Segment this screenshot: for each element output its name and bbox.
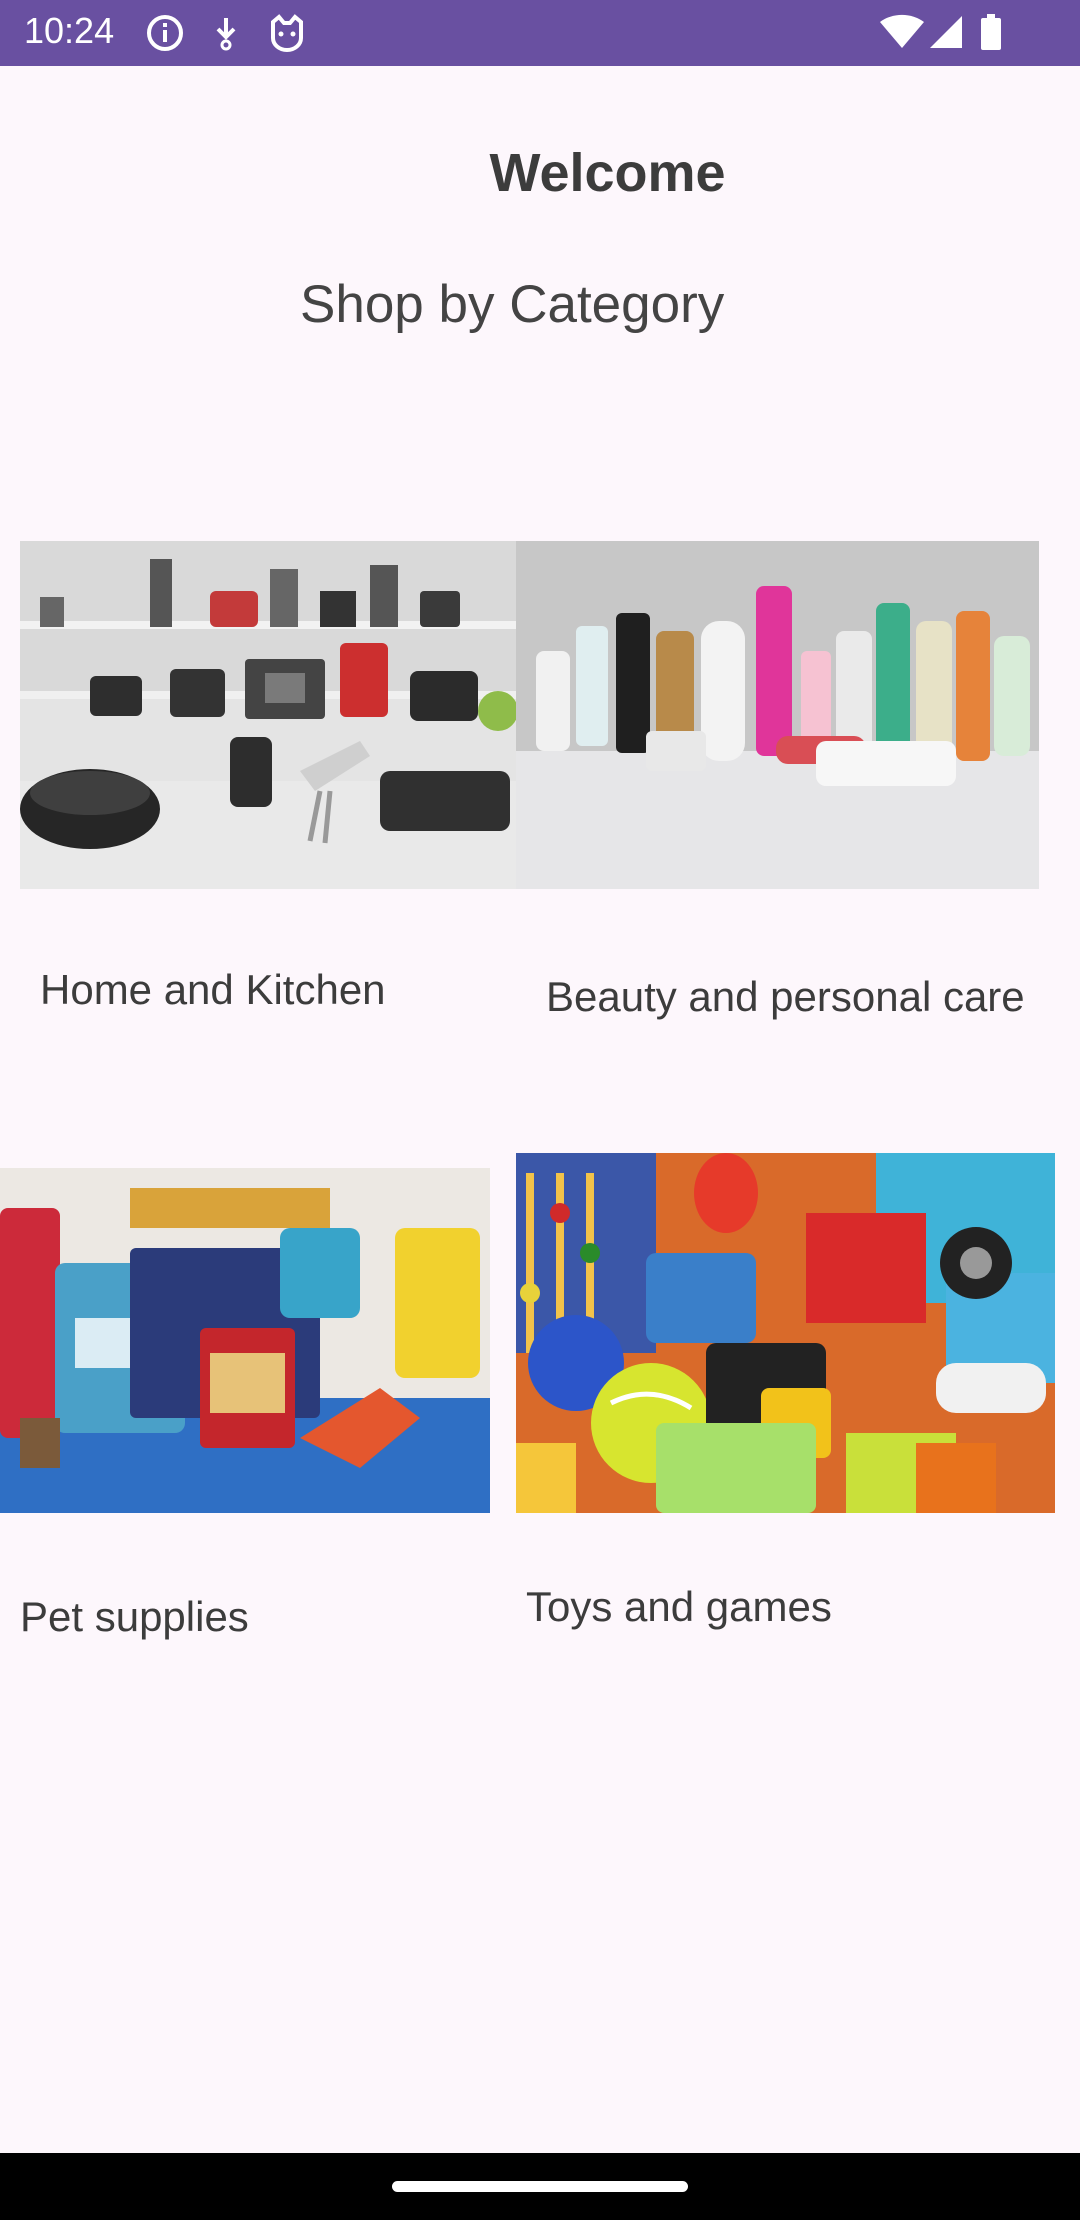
info-icon	[146, 14, 184, 52]
category-label-beauty[interactable]: Beauty and personal care	[546, 973, 1025, 1021]
shop-by-category-title: Shop by Category	[300, 275, 725, 334]
category-label-toys[interactable]: Toys and games	[526, 1583, 832, 1631]
toys-image[interactable]	[516, 1153, 1055, 1513]
cat-icon	[268, 14, 306, 52]
beauty-products-image[interactable]	[516, 541, 1039, 889]
wifi-icon	[880, 14, 924, 50]
navigation-bar	[0, 2153, 1080, 2220]
status-time: 10:24	[24, 10, 115, 51]
signal-icon	[928, 14, 964, 50]
download-icon	[210, 14, 242, 52]
pet-supplies-image[interactable]	[0, 1168, 490, 1513]
battery-icon	[980, 14, 1002, 52]
home-gesture-handle[interactable]	[392, 2181, 688, 2192]
kitchen-appliances-image[interactable]	[20, 541, 516, 889]
category-label-home-kitchen[interactable]: Home and Kitchen	[40, 966, 386, 1014]
category-label-pet-supplies[interactable]: Pet supplies	[20, 1593, 249, 1641]
welcome-title: Welcome	[489, 143, 726, 203]
status-bar: 10:24	[0, 0, 1080, 66]
